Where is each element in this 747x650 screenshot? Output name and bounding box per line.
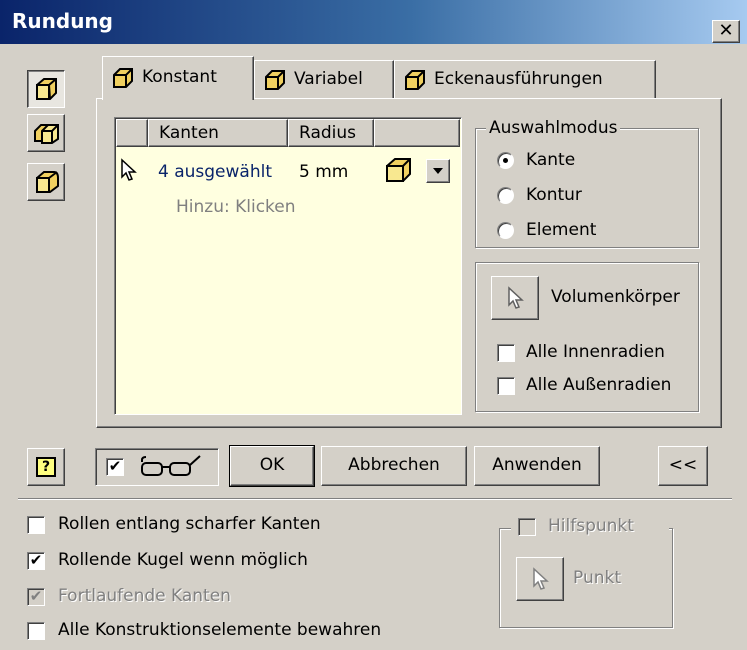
radio-element-label: Element: [526, 220, 597, 240]
help-point-label: Hilfspunkt: [548, 516, 634, 536]
separator: [18, 498, 732, 500]
continuous-edges-checkbox[interactable]: ✔: [27, 588, 45, 606]
radio-kante[interactable]: [497, 152, 514, 169]
all-outer-radii-checkbox[interactable]: [497, 377, 515, 395]
continuous-edges-label: Fortlaufende Kanten: [58, 586, 231, 606]
close-icon: ✕: [718, 20, 734, 41]
apply-button[interactable]: Anwenden: [474, 446, 600, 486]
rolling-ball-checkbox[interactable]: ✔: [27, 552, 45, 570]
select-solid-button[interactable]: [491, 276, 539, 320]
point-select-button[interactable]: [516, 557, 564, 601]
preview-checkbox[interactable]: ✔: [106, 458, 124, 476]
face-fillet-mode-button[interactable]: [27, 114, 65, 152]
radio-kontur-label: Kontur: [526, 185, 582, 205]
tab-konstant[interactable]: Konstant: [102, 56, 254, 100]
radius-value[interactable]: 5 mm: [299, 162, 348, 182]
radio-kontur[interactable]: [497, 187, 514, 204]
radius-dropdown-button[interactable]: [426, 159, 450, 183]
cube-edge-fillet-icon: [36, 78, 57, 100]
point-label: Punkt: [573, 568, 622, 588]
solid-label: Volumenkörper: [551, 287, 680, 307]
selected-edges-value[interactable]: 4 ausgewählt: [158, 162, 272, 182]
full-round-fillet-mode-button[interactable]: [27, 163, 65, 201]
rolling-ball-label: Rollende Kugel wenn möglich: [58, 550, 308, 570]
cancel-button[interactable]: Abbrechen: [321, 446, 467, 486]
glasses-preview-icon: [141, 455, 201, 476]
help-point-checkbox[interactable]: [518, 518, 536, 536]
cube-variable-icon: [265, 70, 285, 90]
cube-preview-icon: [386, 158, 411, 182]
window-title: Rundung: [12, 9, 113, 33]
all-inner-radii-label: Alle Innenradien: [526, 342, 665, 362]
close-button[interactable]: ✕: [712, 20, 740, 43]
cursor-arrow-icon: [508, 286, 524, 309]
radio-element[interactable]: [497, 222, 514, 239]
add-edge-hint[interactable]: Hinzu: Klicken: [176, 197, 296, 217]
cursor-arrow-icon: [533, 567, 549, 590]
radio-kante-label: Kante: [526, 150, 576, 170]
chevron-down-icon: [433, 168, 443, 174]
tab-label: Konstant: [142, 67, 217, 87]
selection-mode-label: Auswahlmodus: [486, 118, 621, 138]
help-icon: ?: [36, 457, 56, 477]
collapse-button[interactable]: <<: [658, 446, 708, 486]
face-fillet-icon: [34, 124, 59, 144]
roll-sharp-edges-checkbox[interactable]: [27, 516, 45, 534]
all-outer-radii-label: Alle Außenradien: [526, 375, 672, 395]
row-pointer-icon: [121, 158, 137, 181]
help-button[interactable]: ?: [27, 448, 65, 486]
cube-corner-icon: [405, 70, 425, 90]
roll-sharp-edges-label: Rollen entlang scharfer Kanten: [58, 514, 321, 534]
ok-button[interactable]: OK: [229, 445, 315, 487]
list-header-filler: [374, 119, 460, 147]
all-inner-radii-checkbox[interactable]: [497, 344, 515, 362]
column-header-radius[interactable]: Radius: [288, 119, 374, 147]
edge-fillet-mode-button[interactable]: [27, 70, 65, 108]
preserve-all-label: Alle Konstruktionselemente bewahren: [58, 620, 382, 640]
tab-label: Variabel: [294, 69, 363, 89]
cube-constant-icon: [113, 68, 133, 88]
column-header-kanten[interactable]: Kanten: [148, 119, 288, 147]
tab-label: Eckenausführungen: [434, 69, 603, 89]
preserve-all-checkbox[interactable]: [27, 622, 45, 640]
tab-eckenausfuehrungen[interactable]: Eckenausführungen: [394, 60, 656, 98]
list-header-spacer: [116, 119, 148, 147]
tab-variabel[interactable]: Variabel: [254, 60, 394, 98]
full-round-fillet-icon: [36, 171, 59, 193]
